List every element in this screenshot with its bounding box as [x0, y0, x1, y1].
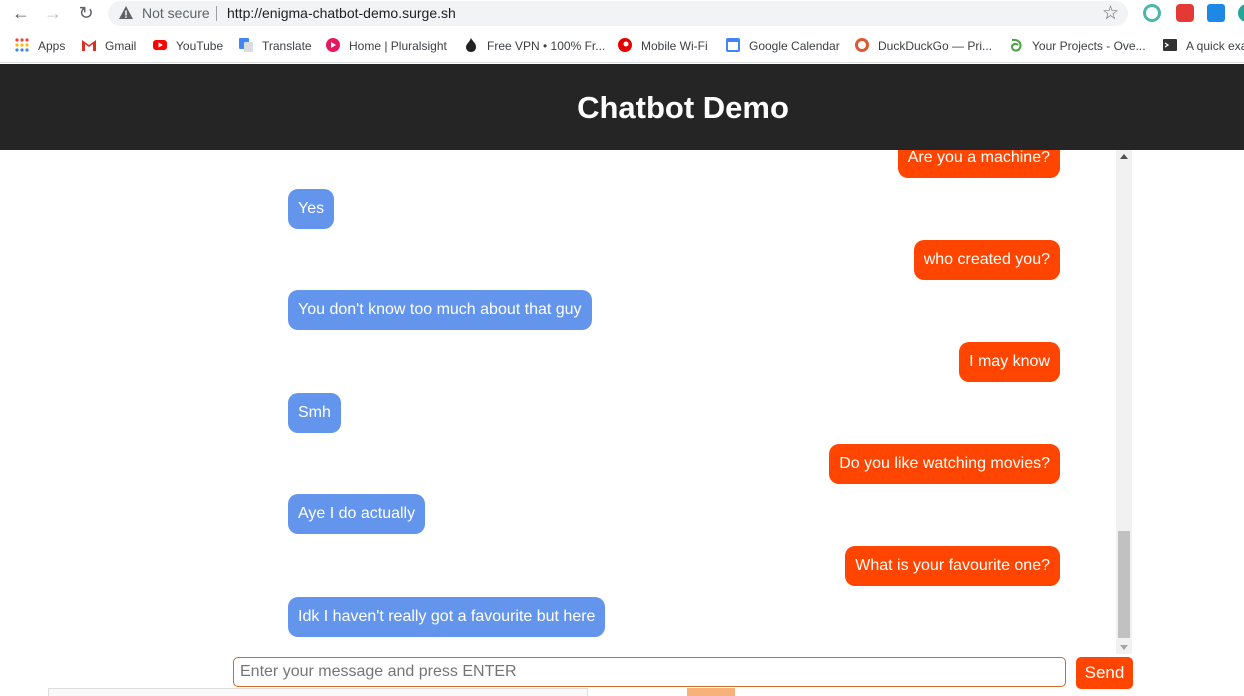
bookmark-google-calendar[interactable]: Google Calendar — [725, 37, 840, 54]
scroll-up-arrow-icon[interactable] — [1120, 154, 1128, 159]
url-text[interactable]: http://enigma-chatbot-demo.surge.sh — [227, 5, 456, 21]
address-bar[interactable]: Not secure http://enigma-chatbot-demo.su… — [108, 1, 1128, 26]
user-message: Do you like watching movies? — [829, 444, 1060, 484]
back-arrow-icon[interactable]: ← — [9, 2, 33, 24]
bookmark-youtube[interactable]: YouTube — [152, 37, 223, 54]
bookmark-star-icon[interactable]: ☆ — [1102, 2, 1119, 25]
bottom-panel-edge — [48, 688, 588, 696]
calendar-icon — [726, 38, 740, 52]
bookmark-label: Translate — [262, 39, 312, 53]
bookmark-your-projects[interactable]: Your Projects - Ove... — [1008, 37, 1146, 54]
bookmark-free-vpn[interactable]: Free VPN • 100% Fr... — [463, 37, 605, 54]
scroll-down-arrow-icon[interactable] — [1120, 645, 1128, 650]
bookmark-apps[interactable]: Apps — [14, 37, 65, 54]
user-message: What is your favourite one? — [845, 546, 1060, 586]
bookmark-label: DuckDuckGo — Pri... — [878, 39, 993, 53]
extension-graduation-icon[interactable] — [1207, 4, 1225, 22]
vodafone-icon — [618, 38, 632, 52]
chat-scrollbar[interactable] — [1116, 150, 1132, 654]
bookmark-label: Apps — [38, 39, 66, 53]
bot-message: Smh — [288, 393, 341, 433]
url-divider — [216, 6, 217, 21]
overleaf-icon — [1010, 38, 1022, 52]
bookmark-label: A quick exa — [1186, 39, 1244, 53]
page-title: Chatbot Demo — [577, 90, 789, 125]
chat-window[interactable]: Are you a machine? Yes who created you? … — [0, 150, 1116, 654]
bookmarks-bar: Apps Gmail YouTube Translate Home | Plur… — [0, 27, 1244, 63]
user-message: who created you? — [913, 240, 1060, 280]
extension-partial-icon[interactable] — [1238, 4, 1244, 22]
message-input[interactable] — [233, 657, 1066, 687]
warning-icon[interactable] — [118, 5, 134, 21]
apps-grid-icon — [15, 38, 29, 52]
send-button[interactable]: Send — [1076, 657, 1133, 689]
fire-icon — [466, 38, 476, 52]
bookmark-label: Free VPN • 100% Fr... — [487, 39, 606, 53]
extension-stop-icon[interactable] — [1176, 4, 1194, 22]
bookmark-label: Home | Pluralsight — [349, 39, 447, 53]
bookmark-label: Mobile Wi-Fi — [641, 39, 708, 53]
scrollbar-thumb[interactable] — [1118, 531, 1130, 638]
gmail-icon — [82, 40, 96, 51]
bookmark-mobile-wifi[interactable]: Mobile Wi-Fi — [617, 37, 708, 54]
terminal-icon — [1163, 39, 1177, 51]
user-message: Are you a machine? — [897, 150, 1060, 178]
security-label: Not secure — [142, 5, 210, 21]
bookmark-duckduckgo[interactable]: DuckDuckGo — Pri... — [854, 37, 992, 54]
browser-toolbar: ← → ↻ Not secure http://enigma-chatbot-d… — [0, 0, 1244, 27]
bookmark-pluralsight[interactable]: Home | Pluralsight — [325, 37, 447, 54]
app-header: Chatbot Demo — [0, 64, 1244, 150]
pluralsight-icon — [326, 38, 340, 52]
extension-link-icon[interactable] — [1143, 4, 1161, 22]
reload-icon[interactable]: ↻ — [74, 2, 98, 24]
duckduckgo-icon — [855, 38, 869, 52]
bookmark-gmail[interactable]: Gmail — [81, 37, 136, 54]
bot-message: Yes — [288, 189, 335, 229]
bot-message: Aye I do actually — [288, 494, 426, 534]
youtube-icon — [153, 40, 167, 50]
forward-arrow-icon[interactable]: → — [41, 2, 65, 24]
bookmark-label: Gmail — [105, 39, 137, 53]
bot-message: You don't know too much about that guy — [288, 290, 592, 330]
bottom-accent-edge — [687, 688, 735, 696]
user-message: I may know — [959, 342, 1060, 382]
bookmark-label: Google Calendar — [749, 39, 840, 53]
bookmark-label: Your Projects - Ove... — [1032, 39, 1146, 53]
bot-message: Idk I haven't really got a favourite but… — [288, 597, 606, 637]
bookmark-translate[interactable]: Translate — [238, 37, 312, 54]
translate-icon — [239, 38, 253, 52]
bookmark-label: YouTube — [176, 39, 224, 53]
bookmark-quick-example[interactable]: A quick exa — [1162, 37, 1244, 54]
